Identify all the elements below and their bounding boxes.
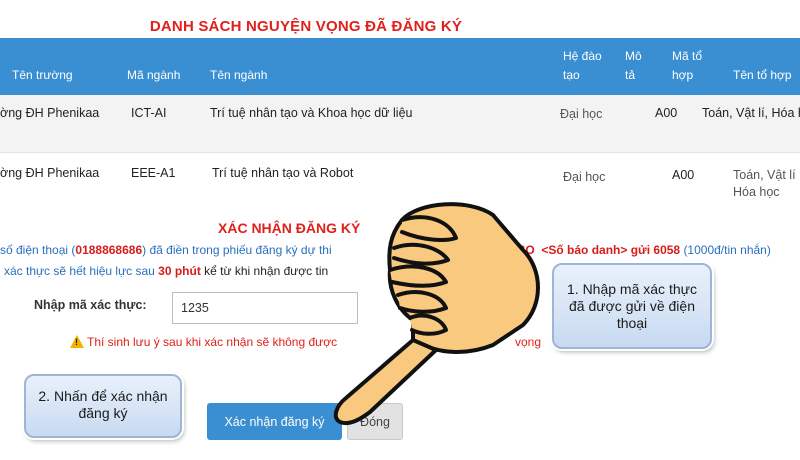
cell-ten-nganh: Trí tuệ nhân tạo và Khoa học dữ liệu — [210, 106, 413, 120]
header-ten-to-hop: Tên tổ hợp — [733, 68, 792, 82]
page-title: DANH SÁCH NGUYỆN VỌNG ĐÃ ĐĂNG KÝ — [149, 18, 463, 35]
header-ten-nganh: Tên ngành — [210, 68, 268, 82]
phone-number: 0188868686 — [75, 243, 143, 257]
expiry-prefix: xác thực sẽ hết hiệu lực sau — [4, 264, 155, 278]
sms-instruction-line: số điện thoại (0188868686) đã điền trong… — [0, 243, 332, 257]
header-ten-truong: Tên trường — [12, 68, 73, 82]
cell-ten-to-hop: Toán, Vật lí, Hóa h — [702, 106, 800, 120]
cell-ma-nganh: ICT-AI — [131, 106, 167, 120]
table-row: ờng ĐH Phenikaa ICT-AI Trí tuệ nhân tạo … — [0, 95, 800, 153]
header-ma-nganh: Mã ngành — [127, 68, 181, 82]
code-label: Nhập mã xác thực: — [34, 298, 147, 312]
header-mo-ta-line2: tả — [625, 68, 636, 82]
expiry-line: xác thực sẽ hết hiệu lực sau 30 phút kể … — [4, 264, 328, 278]
header-he-dao-tao-line1: Hệ đào — [563, 49, 602, 63]
cell-ten-truong: ờng ĐH Phenikaa — [0, 106, 100, 120]
sms-middle: ) đã điền trong phiếu đăng ký dự thi — [142, 243, 332, 257]
cell-he-dao-tao: Đại học — [560, 107, 603, 121]
cell-ma-to-hop: A00 — [672, 168, 695, 182]
cell-ten-to-hop-line2: Hóa học — [733, 185, 780, 199]
expiry-suffix: kể từ khi nhận được tin — [204, 264, 329, 278]
pointing-hand-icon — [333, 202, 540, 425]
header-mo-ta-line1: Mô — [625, 49, 642, 63]
sms-fee: (1000đ/tin nhắn) — [683, 243, 771, 257]
cell-ten-nganh: Trí tuệ nhân tạo và Robot — [212, 166, 354, 180]
warning-icon — [70, 335, 84, 348]
callout-step-2: 2. Nhấn để xác nhận đăng ký — [24, 374, 182, 438]
cell-ma-to-hop: A00 — [655, 106, 678, 120]
header-he-dao-tao-line2: tạo — [563, 68, 580, 82]
cell-he-dao-tao: Đại học — [563, 170, 606, 184]
callout-step-1: 1. Nhập mã xác thực đã được gửi về điện … — [552, 263, 712, 349]
warning-message: Thí sinh lưu ý sau khi xác nhận sẽ không… — [70, 335, 337, 349]
header-ma-to-hop-line2: hợp — [672, 68, 694, 82]
cell-ma-nganh: EEE-A1 — [131, 166, 176, 180]
sms-send: gửi 6058 — [630, 243, 681, 257]
sms-prefix: số điện thoại ( — [0, 243, 76, 257]
table-header: Tên trường Mã ngành Tên ngành Hệ đào tạo… — [0, 38, 800, 95]
header-ma-to-hop-line1: Mã tổ — [672, 49, 703, 63]
cell-ten-truong: ờng ĐH Phenikaa — [0, 166, 100, 180]
cell-ten-to-hop-line1: Toán, Vật lí — [733, 168, 796, 182]
warning-text-start: Thí sinh lưu ý sau khi xác nhận sẽ không… — [87, 335, 338, 349]
expiry-duration: 30 phút — [158, 264, 201, 278]
